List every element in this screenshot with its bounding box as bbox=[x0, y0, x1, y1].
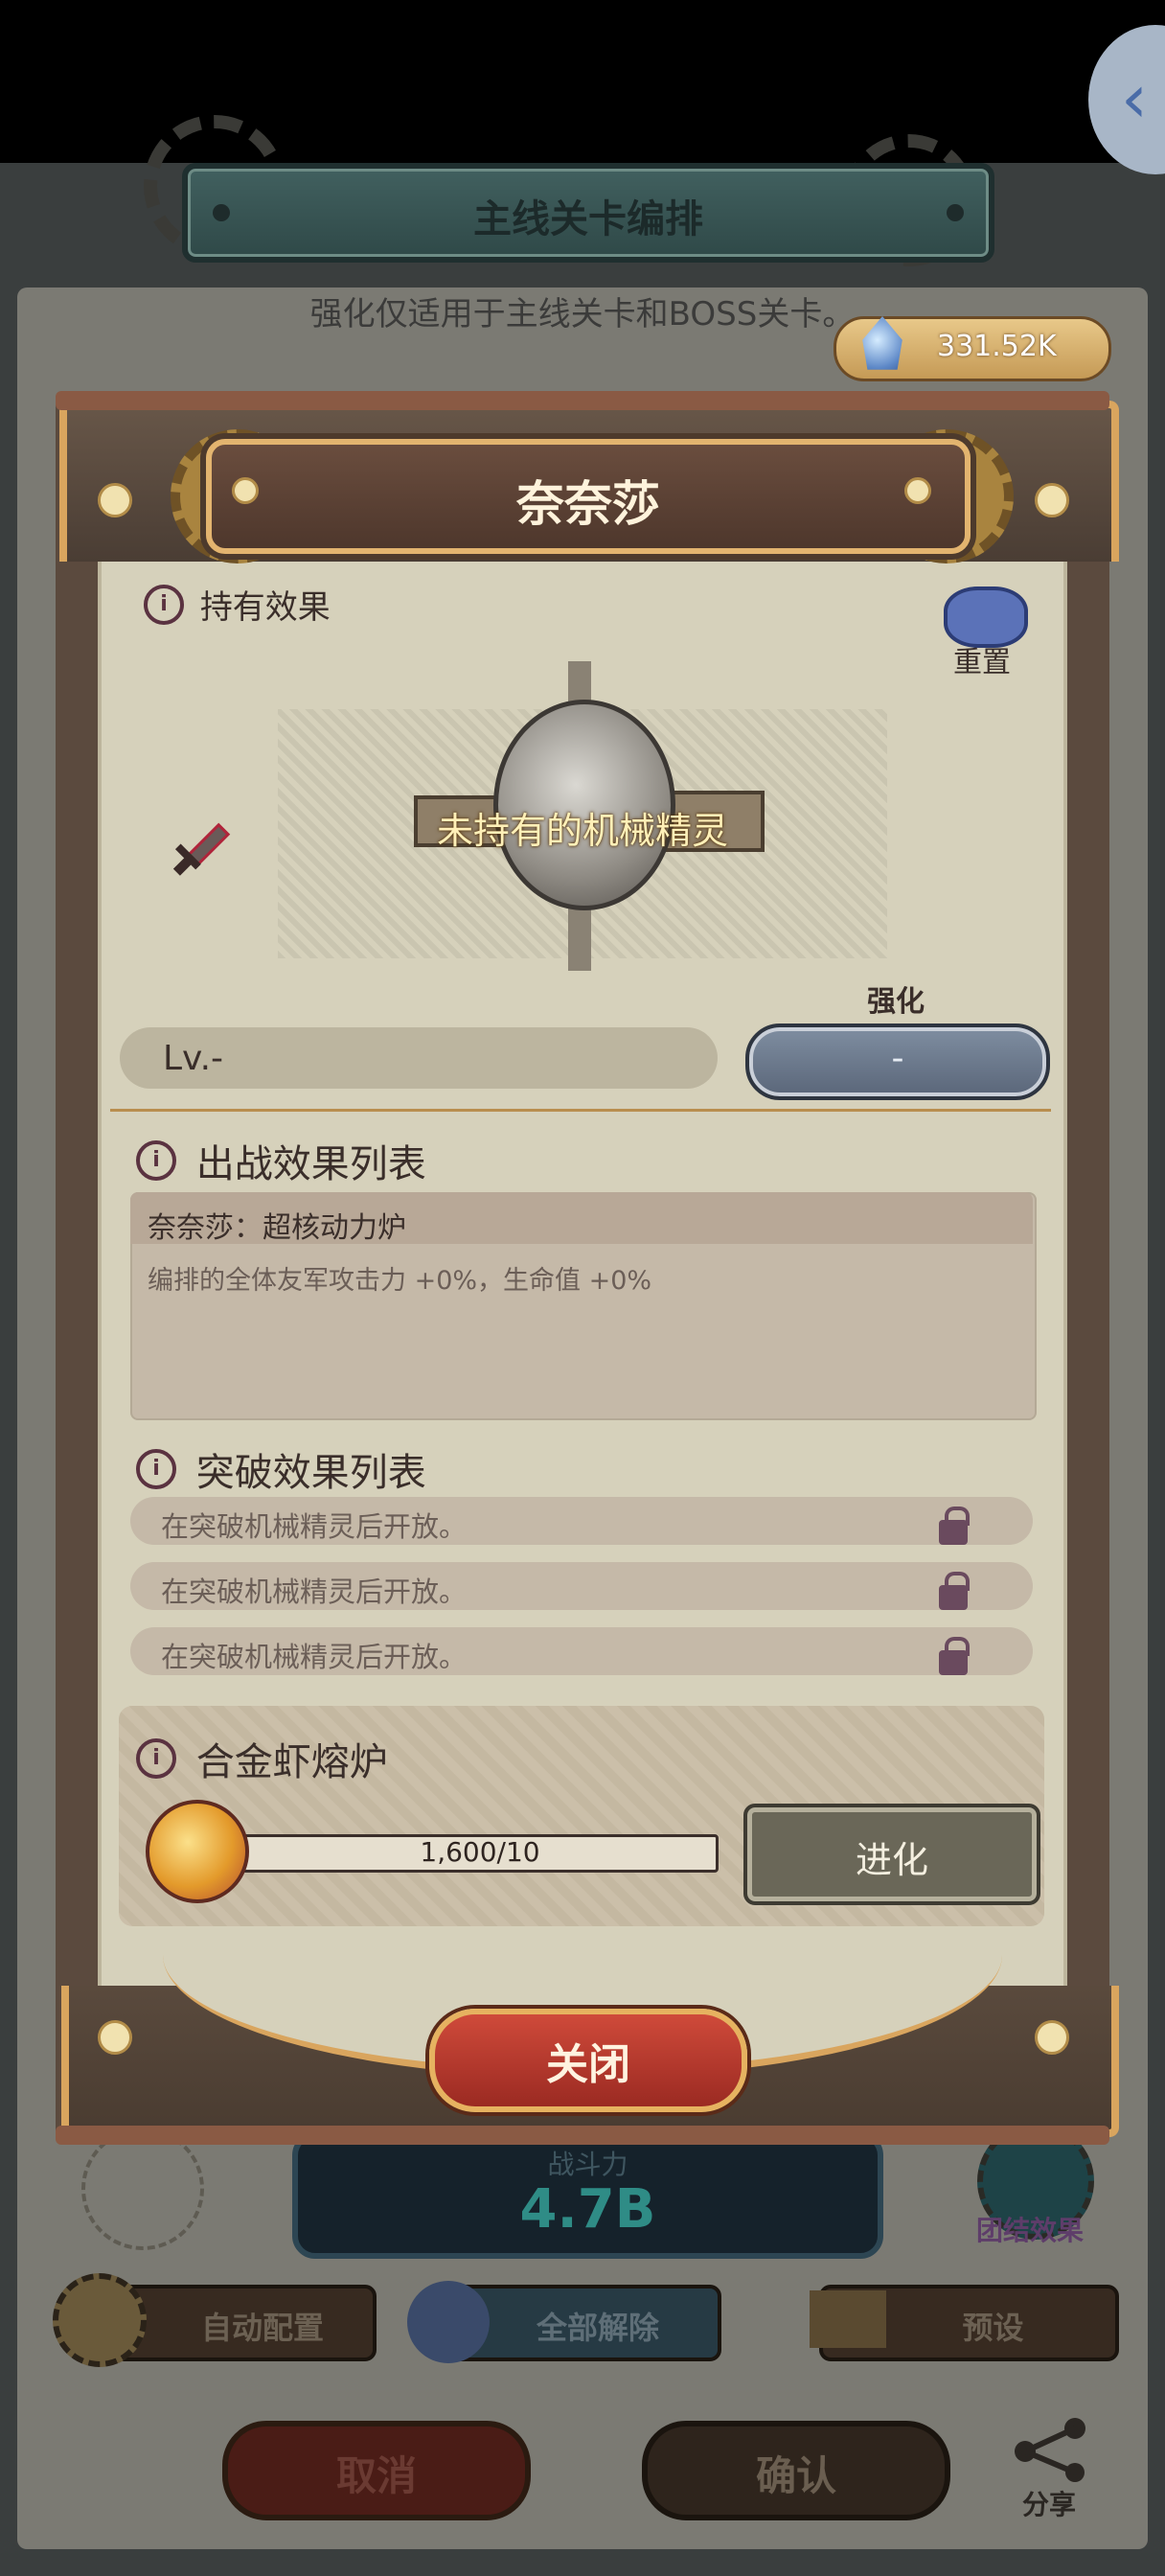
rivet bbox=[904, 477, 931, 504]
battle-effect-desc: 编排的全体友军攻击力 +0%，生命值 +0% bbox=[148, 1266, 652, 1296]
close-label: 关闭 bbox=[546, 2040, 630, 2089]
rivet bbox=[98, 2020, 132, 2055]
divider bbox=[110, 1109, 1051, 1112]
enhance-label: 强化 bbox=[867, 985, 925, 1019]
reset-label: 重置 bbox=[953, 646, 1011, 679]
breakthrough-effects-header[interactable]: i 突破效果列表 bbox=[136, 1441, 426, 1497]
dialog-title: 奈奈莎 bbox=[516, 476, 660, 532]
combat-power-value: 4.7B bbox=[519, 2178, 656, 2241]
gear-icon bbox=[53, 2273, 147, 2367]
rivet bbox=[1035, 2020, 1069, 2055]
battle-effects-header[interactable]: i 出战效果列表 bbox=[136, 1133, 426, 1188]
cancel-button[interactable]: 取消 bbox=[222, 2421, 531, 2520]
confirm-button[interactable]: 确认 bbox=[642, 2421, 950, 2520]
rivet bbox=[232, 477, 259, 504]
cancel-label: 取消 bbox=[335, 2452, 417, 2499]
reset-arrows-icon bbox=[407, 2281, 490, 2363]
close-button[interactable]: 关闭 bbox=[429, 2009, 747, 2112]
hold-effect-label: 持有效果 bbox=[199, 588, 331, 627]
confirm-label: 确认 bbox=[755, 2452, 836, 2499]
element-wheel-icon bbox=[81, 2128, 204, 2250]
share-icon[interactable] bbox=[1008, 2415, 1094, 2482]
locked-effect-text: 在突破机械精灵后开放。 bbox=[161, 1510, 468, 1543]
evolve-label: 进化 bbox=[855, 1839, 928, 1881]
lock-icon bbox=[939, 1585, 968, 1610]
battle-effects-title: 出战效果列表 bbox=[195, 1142, 426, 1186]
swap-arrows-icon bbox=[810, 2290, 886, 2348]
lock-icon bbox=[939, 1520, 968, 1545]
evolve-button[interactable]: 进化 bbox=[743, 1804, 1040, 1905]
info-icon: i bbox=[136, 1449, 176, 1489]
preset-label: 预设 bbox=[962, 2310, 1024, 2346]
dialog-bottom-edge bbox=[56, 2126, 1109, 2145]
combat-power-label: 战斗力 bbox=[547, 2149, 628, 2180]
info-icon: i bbox=[144, 584, 184, 625]
info-icon: i bbox=[136, 1738, 176, 1779]
info-icon: i bbox=[136, 1140, 176, 1181]
locked-effect-text: 在突破机械精灵后开放。 bbox=[161, 1576, 468, 1608]
locked-effect-text: 在突破机械精灵后开放。 bbox=[161, 1641, 468, 1673]
hold-effect-header[interactable]: i 持有效果 bbox=[144, 581, 331, 628]
currency-value: 331.52K bbox=[937, 330, 1057, 363]
remove-all-label: 全部解除 bbox=[536, 2310, 659, 2346]
dialog-top-edge bbox=[56, 391, 1109, 410]
enhance-value: - bbox=[891, 1039, 904, 1078]
rivet bbox=[1035, 483, 1069, 518]
unity-effect-label: 团结效果 bbox=[975, 2215, 1084, 2246]
alloy-shrimp-icon bbox=[146, 1800, 249, 1903]
dialog-title-plate: 奈奈莎 bbox=[206, 439, 971, 554]
page-title: 主线关卡编排 bbox=[473, 197, 703, 242]
breakthrough-effects-title: 突破效果列表 bbox=[195, 1451, 426, 1495]
auto-config-label: 自动配置 bbox=[200, 2310, 324, 2346]
lock-icon bbox=[939, 1650, 968, 1675]
sword-icon bbox=[172, 822, 231, 876]
rivet bbox=[98, 483, 132, 518]
level-text: Lv.- bbox=[163, 1039, 223, 1078]
forge-title: 合金虾熔炉 bbox=[195, 1740, 388, 1784]
forge-progress-text: 1,600/10 bbox=[420, 1836, 540, 1868]
header-plate: 主线关卡编排 bbox=[182, 163, 994, 263]
forge-header[interactable]: i 合金虾熔炉 bbox=[136, 1731, 388, 1786]
combat-power-box: 战斗力 4.7B bbox=[292, 2132, 883, 2259]
chevron-left-icon: ‹ bbox=[1121, 59, 1148, 138]
share-label: 分享 bbox=[1021, 2489, 1076, 2520]
battle-effect-name: 奈奈莎：超核动力炉 bbox=[148, 1211, 406, 1245]
